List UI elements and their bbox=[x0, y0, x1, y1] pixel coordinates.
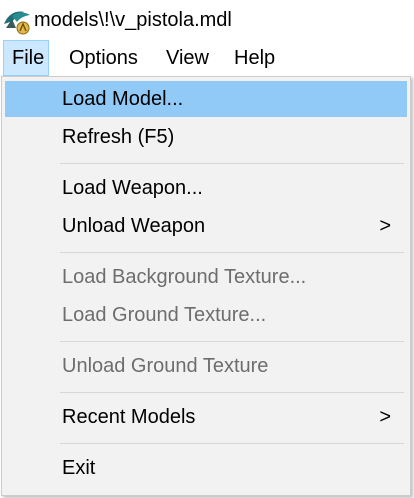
menu-item-label: Recent Models bbox=[62, 406, 196, 428]
menu-item-unload-weapon[interactable]: Unload Weapon > bbox=[5, 208, 407, 244]
menu-separator bbox=[60, 443, 404, 444]
menu-item-label: Load Weapon... bbox=[62, 177, 203, 199]
menu-item-label: Load Ground Texture... bbox=[62, 304, 267, 326]
menu-bar: File Options View Help bbox=[0, 40, 414, 76]
menu-item-label: Load Background Texture... bbox=[62, 266, 307, 288]
menu-item-exit[interactable]: Exit bbox=[5, 450, 407, 486]
menu-item-label: Unload Ground Texture bbox=[62, 355, 269, 377]
file-menu-dropdown: Load Model... Refresh (F5) Load Weapon..… bbox=[1, 76, 411, 496]
menu-item-load-weapon[interactable]: Load Weapon... bbox=[5, 170, 407, 206]
menu-options[interactable]: Options bbox=[61, 40, 146, 76]
menu-item-label: Unload Weapon bbox=[62, 215, 206, 237]
menu-separator bbox=[60, 392, 404, 393]
half-life-lambda-icon bbox=[2, 8, 32, 36]
menu-file[interactable]: File bbox=[3, 40, 49, 76]
menu-help[interactable]: Help bbox=[226, 40, 283, 76]
window-title: models\!\v_pistola.mdl bbox=[34, 9, 232, 31]
menu-item-label: Load Model... bbox=[62, 88, 184, 110]
menu-item-load-ground-texture: Load Ground Texture... bbox=[5, 297, 407, 333]
menu-view[interactable]: View bbox=[158, 40, 217, 76]
menu-separator bbox=[60, 341, 404, 342]
menu-separator bbox=[60, 163, 404, 164]
menu-item-label: Exit bbox=[62, 457, 96, 479]
menu-item-unload-ground-texture: Unload Ground Texture bbox=[5, 348, 407, 384]
menu-item-recent-models[interactable]: Recent Models > bbox=[5, 399, 407, 435]
menu-item-load-model[interactable]: Load Model... bbox=[5, 81, 407, 117]
title-bar: models\!\v_pistola.mdl bbox=[0, 0, 414, 40]
menu-item-load-background-texture: Load Background Texture... bbox=[5, 259, 407, 295]
application-window: models\!\v_pistola.mdl File Options View… bbox=[0, 0, 414, 498]
chevron-right-icon: > bbox=[379, 215, 391, 237]
menu-item-refresh[interactable]: Refresh (F5) bbox=[5, 119, 407, 155]
menu-separator bbox=[60, 252, 404, 253]
menu-item-label: Refresh (F5) bbox=[62, 126, 175, 148]
chevron-right-icon: > bbox=[379, 406, 391, 428]
